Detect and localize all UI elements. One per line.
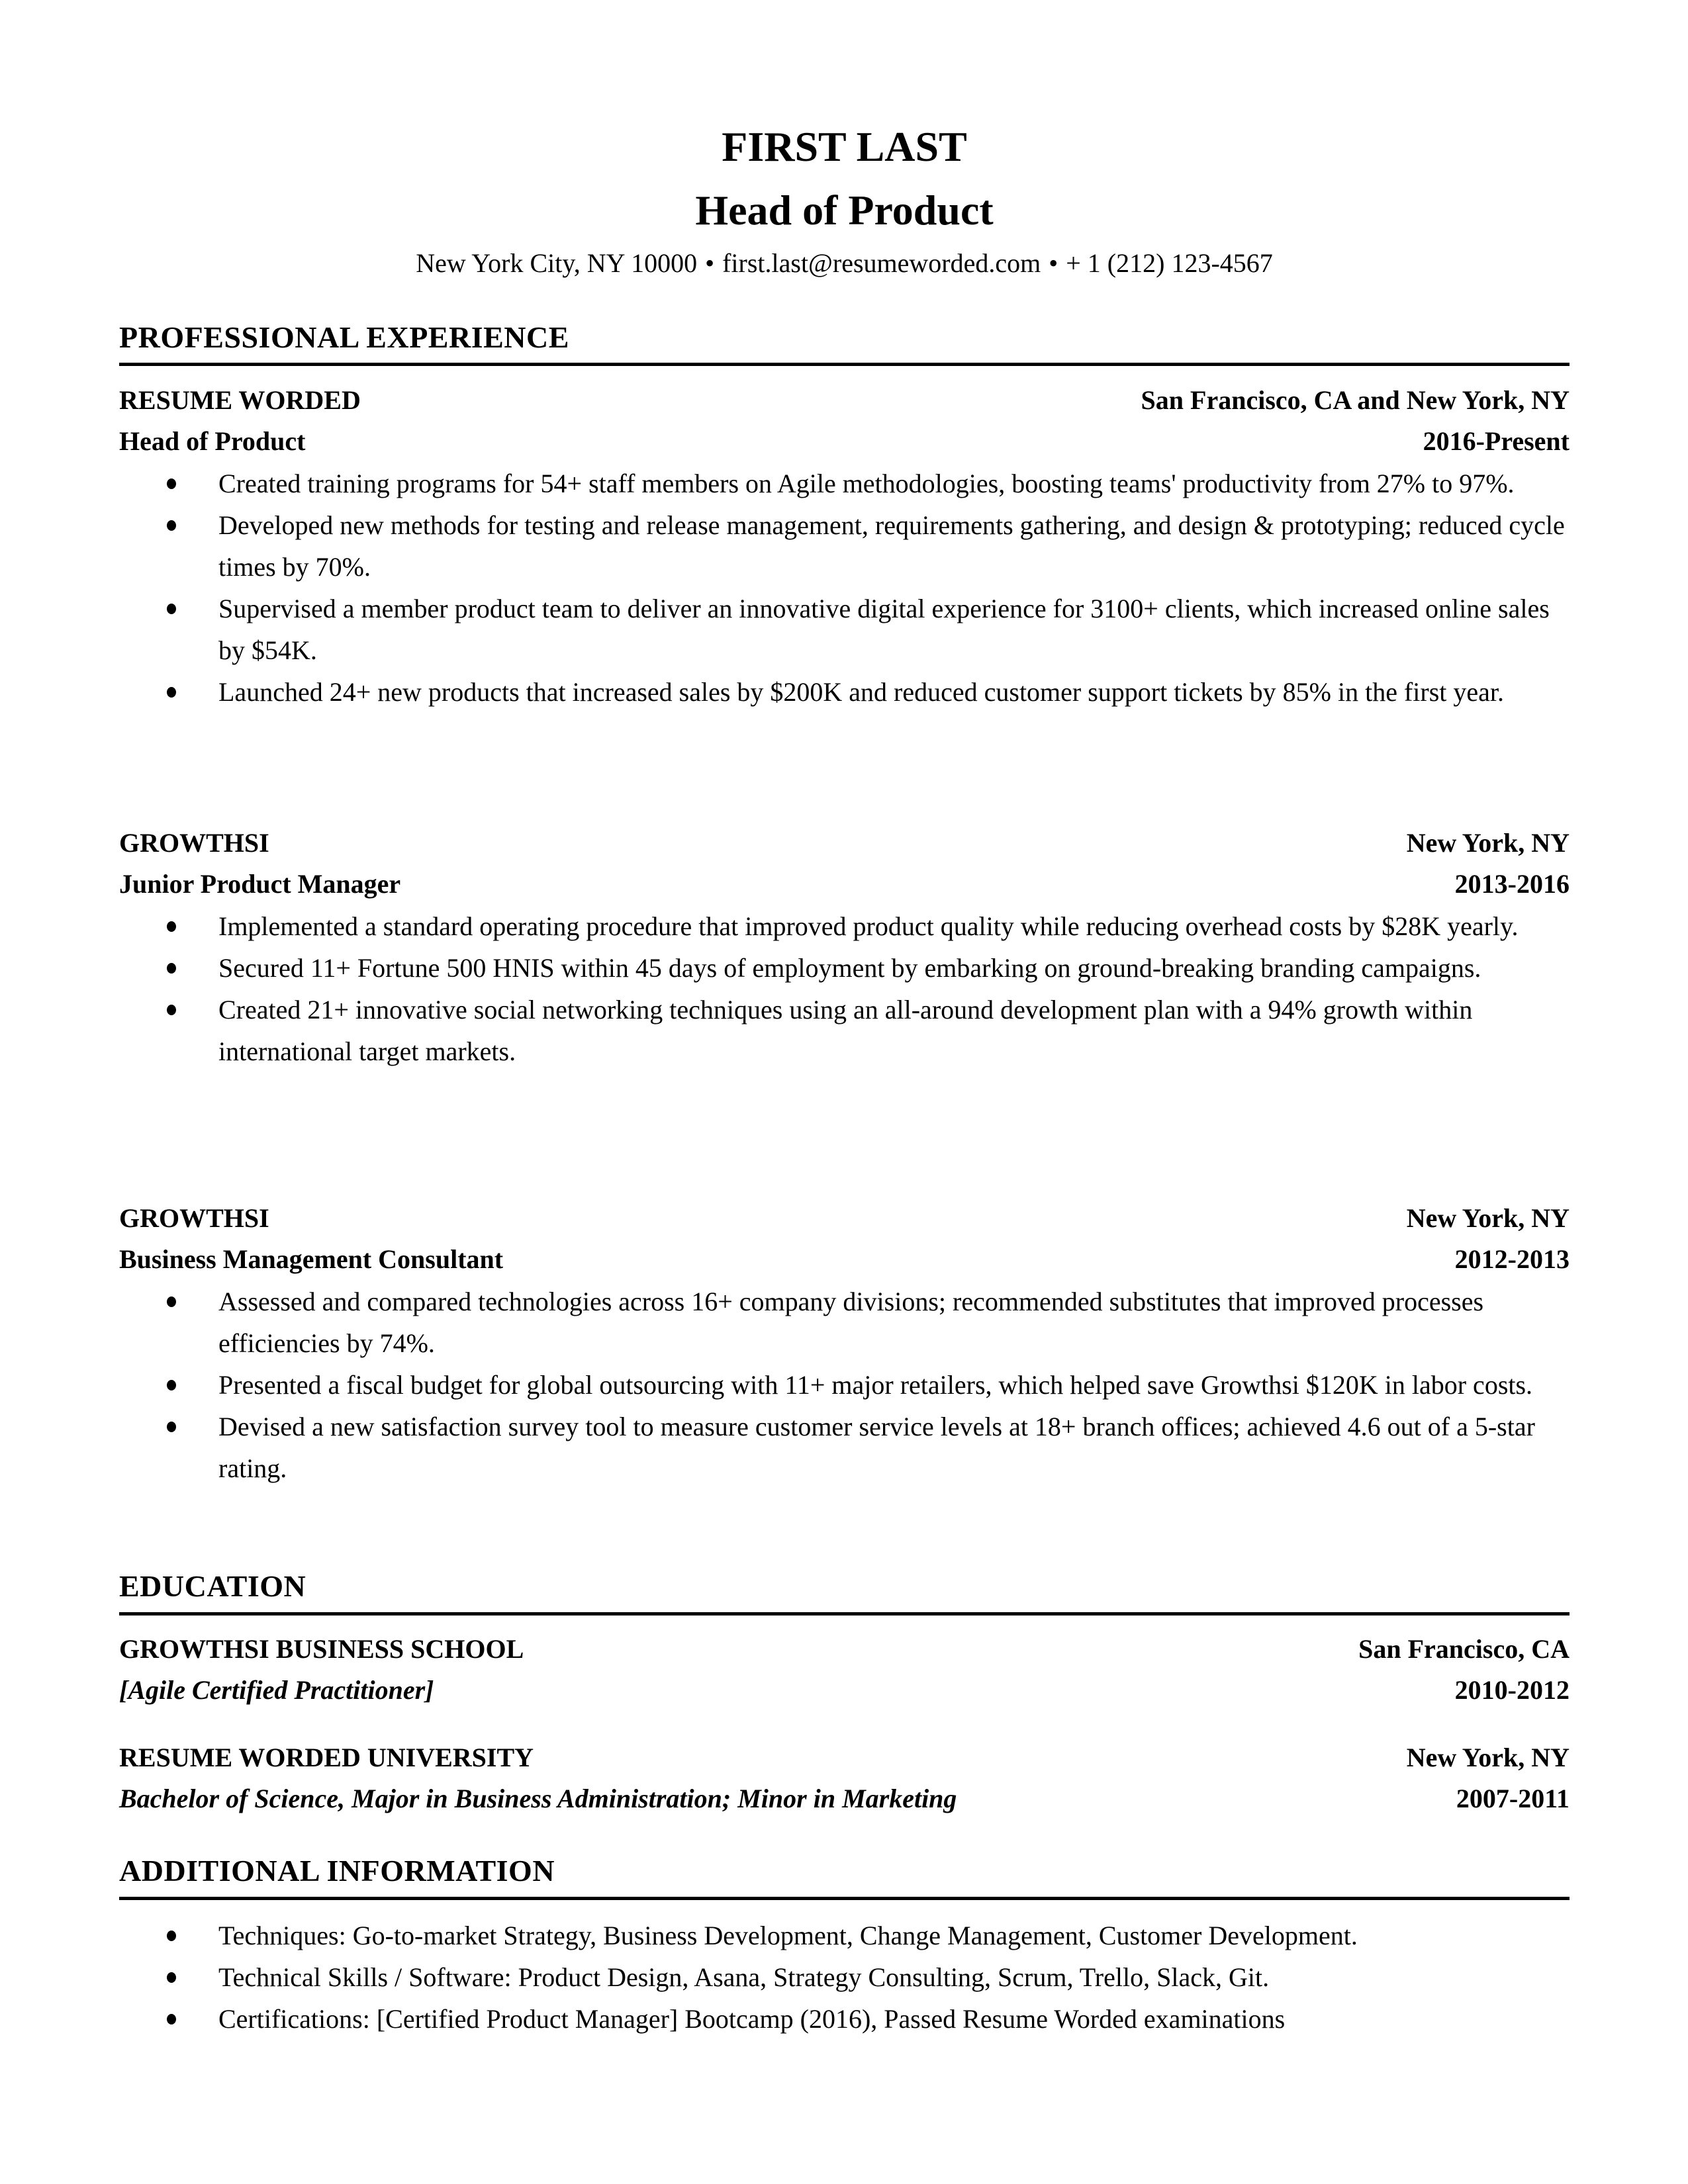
list-item: Implemented a standard operating procedu… xyxy=(119,905,1570,947)
bullet-text: Implemented a standard operating procedu… xyxy=(218,911,1519,941)
job-location: San Francisco, CA and New York, NY xyxy=(1141,385,1570,415)
additional-bullets: Techniques: Go-to-market Strategy, Busin… xyxy=(119,1915,1570,2040)
school-location: New York, NY xyxy=(1406,1743,1570,1772)
bullet-text: Devised a new satisfaction survey tool t… xyxy=(218,1412,1535,1483)
bullet-separator: • xyxy=(705,248,715,278)
list-item: Certifications: [Certified Product Manag… xyxy=(119,1998,1570,2040)
school-location: San Francisco, CA xyxy=(1358,1634,1570,1664)
school-degree: Bachelor of Science, Major in Business A… xyxy=(119,1784,957,1813)
school-degree-row: [Agile Certified Practitioner] 2010-2012 xyxy=(119,1670,1570,1711)
job-bullets: Assessed and compared technologies acros… xyxy=(119,1281,1570,1489)
bullet-icon xyxy=(167,921,176,932)
contact-location: New York City, NY 10000 xyxy=(416,248,698,278)
school-degree-row: Bachelor of Science, Major in Business A… xyxy=(119,1778,1570,1819)
job-dates: 2016-Present xyxy=(1423,426,1570,456)
section-heading-additional: ADDITIONAL INFORMATION xyxy=(119,1854,555,1888)
list-item: Launched 24+ new products that increased… xyxy=(119,671,1570,713)
bullet-text: Developed new methods for testing and re… xyxy=(218,510,1565,582)
school-header: RESUME WORDED UNIVERSITY New York, NY xyxy=(119,1737,1570,1778)
bullet-text: Technical Skills / Software: Product Des… xyxy=(218,1962,1270,1992)
bullet-icon xyxy=(167,1931,176,1941)
job-dates: 2013-2016 xyxy=(1454,869,1570,899)
section-divider xyxy=(119,1612,1570,1615)
school-dates: 2010-2012 xyxy=(1454,1675,1570,1705)
job-role: Junior Product Manager xyxy=(119,869,401,899)
list-item: Presented a fiscal budget for global out… xyxy=(119,1364,1570,1406)
job-bullets: Implemented a standard operating procedu… xyxy=(119,905,1570,1072)
bullet-text: Launched 24+ new products that increased… xyxy=(218,677,1505,707)
list-item: Devised a new satisfaction survey tool t… xyxy=(119,1406,1570,1489)
bullet-icon xyxy=(167,1972,176,1983)
bullet-icon xyxy=(167,1297,176,1307)
bullet-separator: • xyxy=(1049,248,1058,278)
job-header: RESUME WORDED San Francisco, CA and New … xyxy=(119,380,1570,421)
bullet-text: Assessed and compared technologies acros… xyxy=(218,1287,1484,1358)
bullet-icon xyxy=(167,963,176,974)
job-location: New York, NY xyxy=(1406,1203,1570,1233)
list-item: Technical Skills / Software: Product Des… xyxy=(119,1956,1570,1998)
bullet-icon xyxy=(167,687,176,698)
company-name: GROWTHSI xyxy=(119,1203,269,1233)
job-header: GROWTHSI New York, NY xyxy=(119,1198,1570,1239)
contact-line: New York City, NY 10000 • first.last@resum… xyxy=(119,245,1570,282)
bullet-icon xyxy=(167,1005,176,1015)
list-item: Techniques: Go-to-market Strategy, Busin… xyxy=(119,1915,1570,1956)
school-dates: 2007-2011 xyxy=(1456,1784,1570,1813)
school-name: RESUME WORDED UNIVERSITY xyxy=(119,1743,534,1772)
bullet-icon xyxy=(167,604,176,614)
bullet-icon xyxy=(167,1422,176,1432)
list-item: Developed new methods for testing and re… xyxy=(119,504,1570,588)
section-divider xyxy=(119,1897,1570,1900)
list-item: Assessed and compared technologies acros… xyxy=(119,1281,1570,1364)
job-role-row: Head of Product 2016-Present xyxy=(119,421,1570,462)
school-name: GROWTHSI BUSINESS SCHOOL xyxy=(119,1634,524,1664)
job-role-row: Business Management Consultant 2012-2013 xyxy=(119,1239,1570,1280)
school-header: GROWTHSI BUSINESS SCHOOL San Francisco, … xyxy=(119,1629,1570,1670)
section-heading-education: EDUCATION xyxy=(119,1569,306,1603)
contact-email[interactable]: first.last@resumeworded.com xyxy=(722,248,1041,278)
list-item: Secured 11+ Fortune 500 HNIS within 45 d… xyxy=(119,947,1570,989)
job-role-row: Junior Product Manager 2013-2016 xyxy=(119,864,1570,905)
bullet-icon xyxy=(167,478,176,489)
bullet-icon xyxy=(167,520,176,531)
bullet-text: Secured 11+ Fortune 500 HNIS within 45 d… xyxy=(218,953,1481,983)
list-item: Created training programs for 54+ staff … xyxy=(119,463,1570,504)
list-item: Created 21+ innovative social networking… xyxy=(119,989,1570,1072)
bullet-text: Created 21+ innovative social networking… xyxy=(218,995,1473,1066)
bullet-icon xyxy=(167,2014,176,2025)
bullet-text: Certifications: [Certified Product Manag… xyxy=(218,2004,1286,2034)
job-location: New York, NY xyxy=(1406,828,1570,858)
bullet-text: Created training programs for 54+ staff … xyxy=(218,469,1515,498)
bullet-text: Supervised a member product team to deli… xyxy=(218,594,1550,665)
candidate-title: Head of Product xyxy=(695,187,994,234)
bullet-icon xyxy=(167,1380,176,1390)
section-divider xyxy=(119,363,1570,366)
section-heading-experience: PROFESSIONAL EXPERIENCE xyxy=(119,320,569,354)
job-role: Head of Product xyxy=(119,426,306,456)
job-bullets: Created training programs for 54+ staff … xyxy=(119,463,1570,713)
job-header: GROWTHSI New York, NY xyxy=(119,823,1570,864)
contact-phone[interactable]: + 1 (212) 123-4567 xyxy=(1066,248,1273,278)
job-role: Business Management Consultant xyxy=(119,1244,504,1274)
bullet-text: Techniques: Go-to-market Strategy, Busin… xyxy=(218,1921,1358,1950)
company-name: GROWTHSI xyxy=(119,828,269,858)
bullet-text: Presented a fiscal budget for global out… xyxy=(218,1370,1533,1400)
company-name: RESUME WORDED xyxy=(119,385,361,415)
job-dates: 2012-2013 xyxy=(1454,1244,1570,1274)
list-item: Supervised a member product team to deli… xyxy=(119,588,1570,671)
candidate-name: FIRST LAST xyxy=(722,123,967,170)
school-degree: [Agile Certified Practitioner] xyxy=(119,1675,434,1705)
